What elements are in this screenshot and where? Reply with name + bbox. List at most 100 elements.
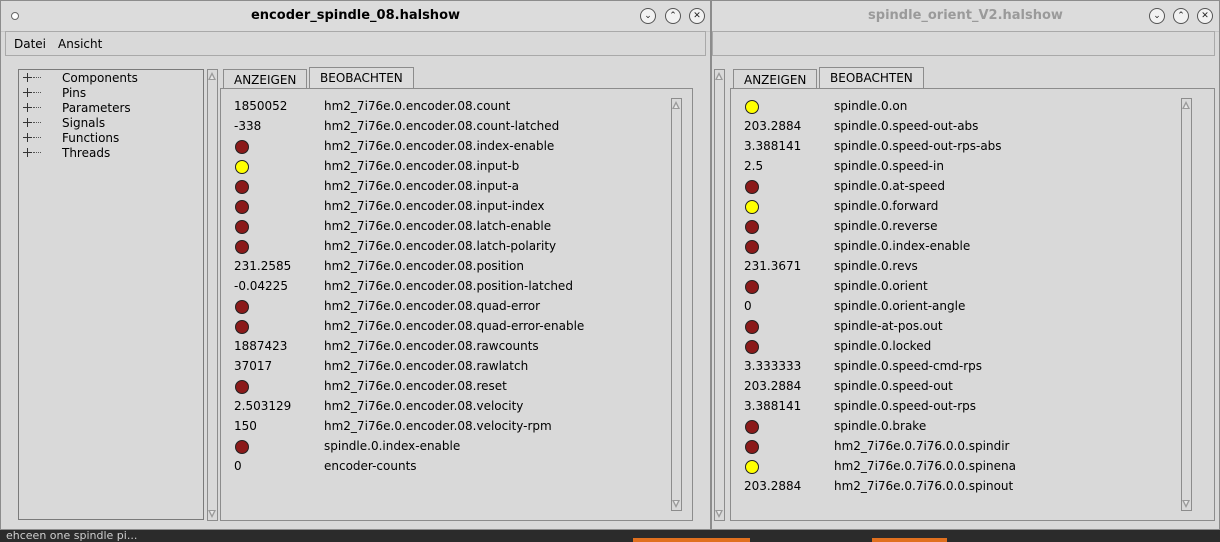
scroll-up-icon[interactable] (208, 71, 217, 81)
tree-item-functions[interactable]: Functions (19, 131, 199, 146)
scroll-up-icon[interactable] (672, 100, 681, 110)
tab-anzeigen[interactable]: ANZEIGEN (223, 69, 308, 89)
scroll-up-icon[interactable] (715, 71, 724, 81)
watch-value: 0 (234, 459, 242, 473)
taskbar-highlight (633, 538, 750, 542)
watch-row: spindle.0.index-enable (744, 237, 1184, 257)
watch-value: 3.333333 (744, 359, 802, 373)
scroll-up-icon[interactable] (1182, 100, 1191, 110)
tree-item-pins[interactable]: Pins (19, 86, 199, 101)
watch-signal-name: hm2_7i76e.0.encoder.08.input-b (324, 159, 520, 173)
watch-row: hm2_7i76e.0.encoder.08.quad-error (234, 297, 674, 317)
maximize-button[interactable]: ⌃ (665, 8, 681, 24)
title-bar[interactable]: encoder_spindle_08.halshow ⌄ ⌃ ✕ (1, 1, 710, 32)
watch-value: 231.2585 (234, 259, 292, 273)
expand-icon[interactable] (23, 118, 32, 127)
watch-panel: 1850052 hm2_7i76e.0.encoder.08.count -338 h… (220, 88, 693, 521)
watch-row: 2.503129 hm2_7i76e.0.encoder.08.velocity (234, 397, 674, 417)
watch-signal-name: encoder-counts (324, 459, 417, 473)
led-indicator (745, 100, 759, 114)
tree-scrollbar[interactable] (207, 69, 218, 521)
watch-signal-name: hm2_7i76e.0.encoder.08.reset (324, 379, 507, 393)
close-icon: ✕ (693, 11, 701, 21)
watch-row: 1850052 hm2_7i76e.0.encoder.08.count (234, 97, 674, 117)
desktop-background: ehceen one spindle pi... (0, 529, 1220, 542)
minimize-button[interactable]: ⌄ (640, 8, 656, 24)
watch-row: spindle.0.index-enable (234, 437, 674, 457)
close-button[interactable]: ✕ (689, 8, 705, 24)
chevron-up-icon: ⌃ (669, 11, 677, 21)
expand-icon[interactable] (23, 73, 32, 82)
title-bar[interactable]: spindle_orient_V2.halshow ⌄ ⌃ ✕ (712, 1, 1219, 32)
scroll-down-icon[interactable] (672, 499, 681, 509)
scroll-down-icon[interactable] (715, 509, 724, 519)
scroll-down-icon[interactable] (1182, 499, 1191, 509)
watch-signal-name: hm2_7i76e.0.encoder.08.index-enable (324, 139, 555, 153)
expand-icon[interactable] (23, 103, 32, 112)
watch-row: hm2_7i76e.0.encoder.08.input-index (234, 197, 674, 217)
watch-scrollbar[interactable] (1181, 98, 1192, 511)
expand-icon[interactable] (23, 88, 32, 97)
tree-item-parameters[interactable]: Parameters (19, 101, 199, 116)
watch-row: hm2_7i76e.0.encoder.08.index-enable (234, 137, 674, 157)
watch-signal-name: hm2_7i76e.0.encoder.08.velocity-rpm (324, 419, 552, 433)
watch-signal-name: hm2_7i76e.0.encoder.08.position (324, 259, 525, 273)
background-text: ehceen one spindle pi... (6, 529, 138, 542)
watch-signal-name: spindle.0.forward (834, 199, 939, 213)
halshow-window-encoder: encoder_spindle_08.halshow ⌄ ⌃ ✕ Datei A… (0, 0, 711, 530)
watch-row: spindle.0.orient (744, 277, 1184, 297)
scroll-down-icon[interactable] (208, 509, 217, 519)
watch-signal-name: hm2_7i76e.0.encoder.08.latch-enable (324, 219, 552, 233)
watch-row: hm2_7i76e.0.encoder.08.latch-polarity (234, 237, 674, 257)
watch-signal-name: hm2_7i76e.0.encoder.08.position-latched (324, 279, 573, 293)
tree-item-signals[interactable]: Signals (19, 116, 199, 131)
watch-value: -0.04225 (234, 279, 288, 293)
expand-icon[interactable] (23, 133, 32, 142)
watch-row: 203.2884 spindle.0.speed-out-abs (744, 117, 1184, 137)
watch-row: 3.333333 spindle.0.speed-cmd-rps (744, 357, 1184, 377)
watch-row: spindle.0.reverse (744, 217, 1184, 237)
tree-item-components[interactable]: Components (19, 71, 199, 86)
minimize-button[interactable]: ⌄ (1149, 8, 1165, 24)
led-indicator (745, 320, 759, 334)
menu-ansicht[interactable]: Ansicht (58, 37, 102, 51)
led-indicator (745, 280, 759, 294)
led-indicator (235, 140, 249, 154)
watch-row: spindle-at-pos.out (744, 317, 1184, 337)
watch-signal-name: spindle.0.revs (834, 259, 918, 273)
chevron-down-icon: ⌄ (1153, 11, 1161, 21)
watch-signal-name: spindle.0.at-speed (834, 179, 946, 193)
close-button[interactable]: ✕ (1197, 8, 1213, 24)
expand-icon[interactable] (23, 148, 32, 157)
tree-scrollbar[interactable] (714, 69, 725, 521)
watch-row: 3.388141 spindle.0.speed-out-rps (744, 397, 1184, 417)
close-icon: ✕ (1201, 11, 1209, 21)
watch-value: 37017 (234, 359, 273, 373)
watch-signal-name: spindle.0.speed-cmd-rps (834, 359, 983, 373)
watch-signal-name: hm2_7i76e.0.encoder.08.quad-error (324, 299, 541, 313)
watch-signal-name: hm2_7i76e.0.7i76.0.0.spinout (834, 479, 1014, 493)
window-title: encoder_spindle_08.halshow (250, 8, 461, 23)
watch-signal-name: hm2_7i76e.0.encoder.08.velocity (324, 399, 524, 413)
watch-value: 3.388141 (744, 139, 802, 153)
tab-beobachten[interactable]: BEOBACHTEN (309, 67, 414, 89)
menu-datei[interactable]: Datei (14, 37, 46, 51)
tab-beobachten[interactable]: BEOBACHTEN (819, 67, 924, 89)
tree-item-threads[interactable]: Threads (19, 146, 199, 161)
tab-anzeigen[interactable]: ANZEIGEN (733, 69, 818, 89)
watch-scrollbar[interactable] (671, 98, 682, 511)
watch-value: 1887423 (234, 339, 288, 353)
maximize-button[interactable]: ⌃ (1173, 8, 1189, 24)
watch-signal-name: spindle.0.speed-out-abs (834, 119, 979, 133)
watch-value: 231.3671 (744, 259, 802, 273)
watch-row: 150 hm2_7i76e.0.encoder.08.velocity-rpm (234, 417, 674, 437)
watch-row: hm2_7i76e.0.encoder.08.latch-enable (234, 217, 674, 237)
watch-value: -338 (234, 119, 262, 133)
halshow-window-spindle-orient: spindle_orient_V2.halshow ⌄ ⌃ ✕ ANZEIGEN… (711, 0, 1220, 530)
watch-row: 2.5 spindle.0.speed-in (744, 157, 1184, 177)
watch-signal-name: spindle.0.locked (834, 339, 932, 353)
watch-signal-name: spindle.0.speed-out (834, 379, 953, 393)
watch-signal-name: hm2_7i76e.0.encoder.08.latch-polarity (324, 239, 557, 253)
chevron-up-icon: ⌃ (1177, 11, 1185, 21)
watch-signal-name: hm2_7i76e.0.encoder.08.count (324, 99, 511, 113)
